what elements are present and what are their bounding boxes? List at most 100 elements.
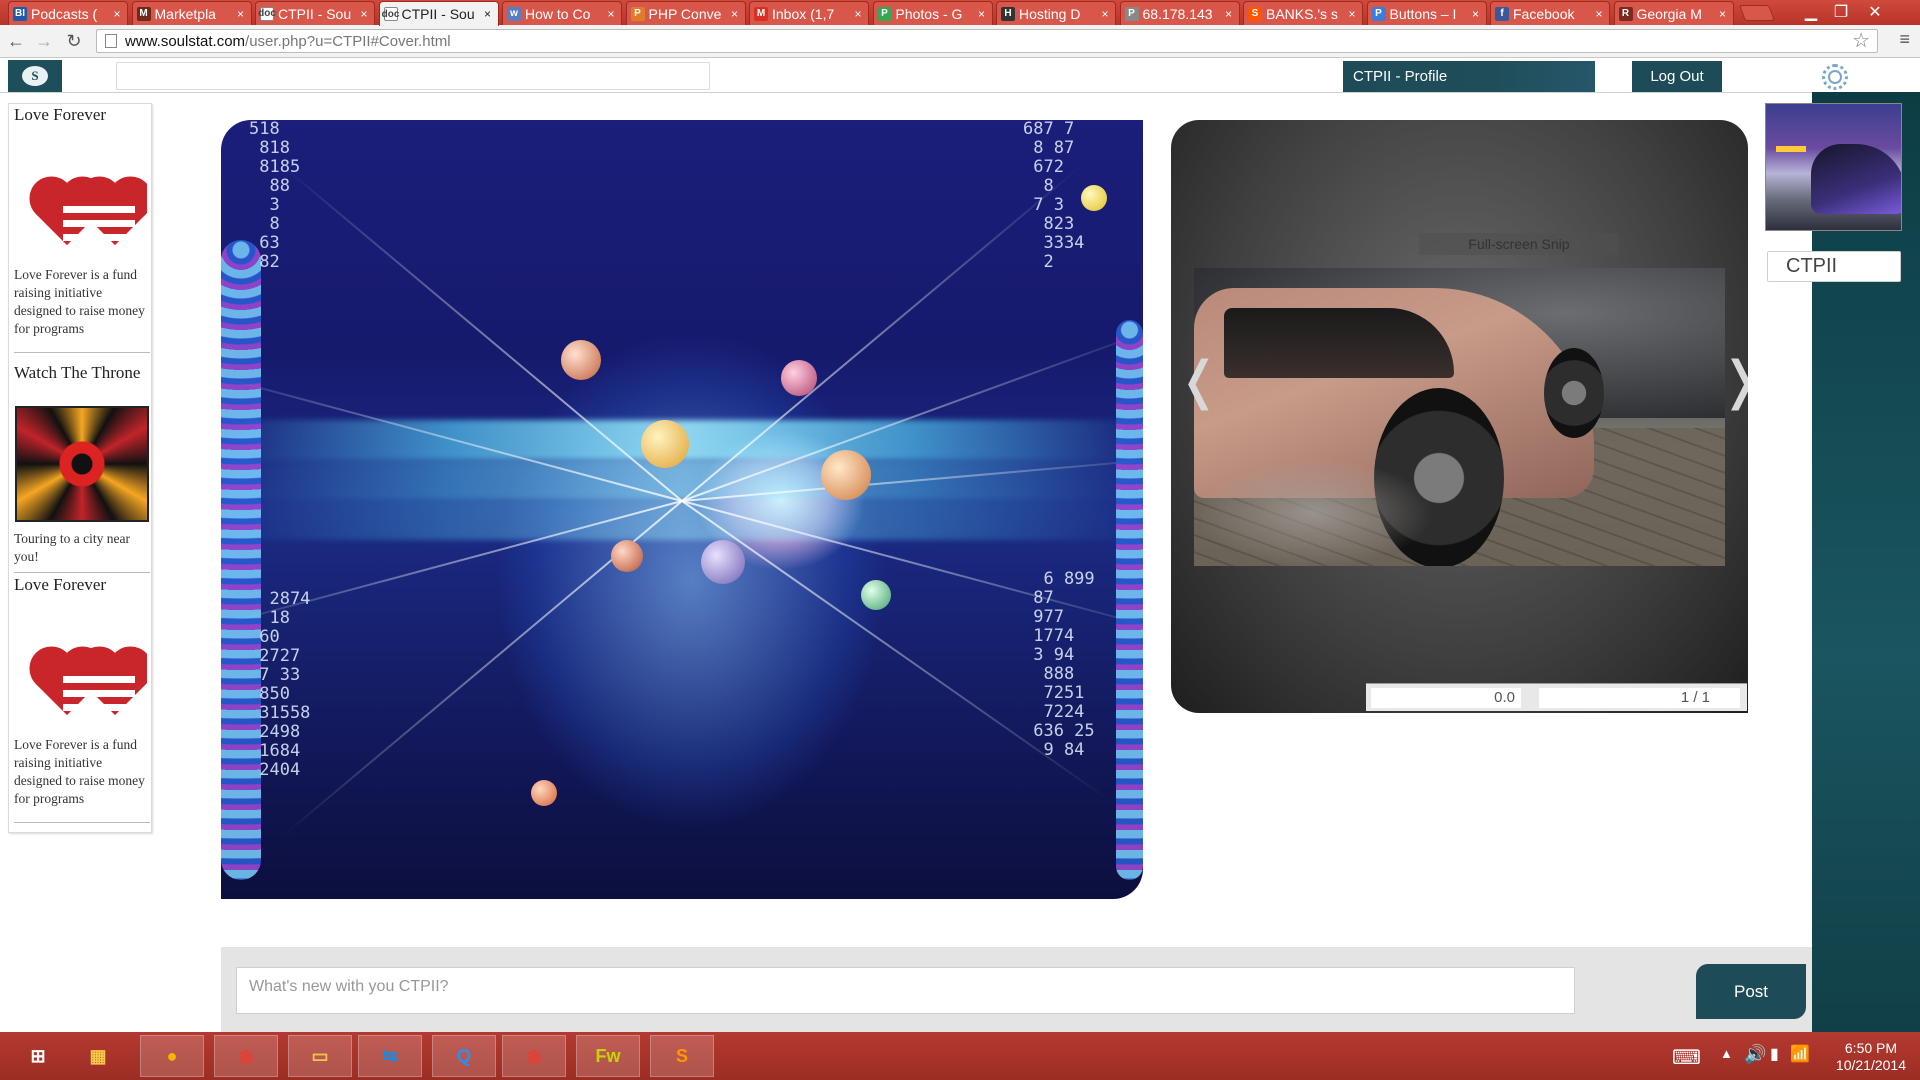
image-slider: Full-screen Snip ❬ ❭ bbox=[1171, 120, 1748, 713]
sidebar-divider bbox=[14, 822, 150, 823]
tab-favicon-icon: R bbox=[1618, 6, 1633, 21]
right-rail-background bbox=[1812, 92, 1920, 1032]
minimize-window-button[interactable]: ▁ bbox=[1796, 2, 1826, 22]
settings-gear-icon[interactable] bbox=[1812, 64, 1858, 90]
apps-icon: ▦ bbox=[89, 1045, 107, 1066]
forward-icon[interactable]: → bbox=[32, 30, 56, 52]
browser-tab[interactable]: P 68.178.143 × bbox=[1119, 1, 1240, 25]
taskbar-item[interactable]: Q bbox=[432, 1035, 496, 1077]
battery-icon[interactable]: ▮ bbox=[1770, 1044, 1779, 1064]
sidebar-item-desc: Love Forever is a fund raising initiativ… bbox=[14, 737, 145, 806]
system-tray: ⌨ ▲ 🔊 ▮ 📶 6:50 PM 10/21/2014 bbox=[1620, 1032, 1920, 1080]
tab-close-icon[interactable]: × bbox=[1593, 7, 1605, 21]
url-path: /user.php?u=CTPII#Cover.html bbox=[245, 32, 451, 50]
show-hidden-icons-icon[interactable]: ▲ bbox=[1720, 1046, 1733, 1061]
tab-favicon-icon: doc bbox=[381, 7, 400, 21]
slide-image[interactable] bbox=[1194, 268, 1725, 566]
browser-tab[interactable]: doc CTPII - Sou × bbox=[255, 1, 375, 25]
browser-tab[interactable]: M Inbox (1,7 × bbox=[749, 1, 869, 25]
browser-tab[interactable]: doc CTPII - Sou × bbox=[378, 1, 499, 26]
tab-close-icon[interactable]: × bbox=[111, 7, 123, 21]
close-window-button[interactable]: ✕ bbox=[1860, 2, 1890, 22]
tab-close-icon[interactable]: × bbox=[1223, 7, 1235, 21]
address-bar[interactable]: www.soulstat.com/user.php?u=CTPII#Cover.… bbox=[96, 29, 1878, 53]
keyboard-icon[interactable]: ⌨ bbox=[1672, 1045, 1701, 1070]
tab-close-icon[interactable]: × bbox=[235, 7, 247, 21]
profile-button[interactable]: CTPII - Profile bbox=[1343, 61, 1595, 92]
tab-title: Georgia M bbox=[1636, 5, 1702, 22]
maximize-window-button[interactable]: ❐ bbox=[1826, 2, 1856, 22]
tab-favicon-icon: f bbox=[1495, 6, 1509, 21]
tab-title: Buttons – I bbox=[1389, 5, 1457, 22]
clock-time: 6:50 PM bbox=[1844, 1040, 1898, 1056]
tab-favicon-icon: M bbox=[136, 6, 151, 21]
site-search-input[interactable] bbox=[116, 62, 710, 90]
tab-close-icon[interactable]: × bbox=[358, 7, 370, 21]
reload-icon[interactable]: ↻ bbox=[62, 30, 86, 52]
sidebar-ads: Love Forever Love Forever is a fund rais… bbox=[8, 103, 152, 833]
new-tab-button[interactable] bbox=[1739, 5, 1775, 21]
site-logo[interactable]: S bbox=[8, 60, 62, 92]
tab-title: Inbox (1,7 bbox=[772, 5, 835, 22]
slider-next-arrow-icon[interactable]: ❭ bbox=[1719, 355, 1748, 407]
tab-title: PHP Conve bbox=[648, 5, 722, 22]
volume-icon[interactable]: 🔊 bbox=[1744, 1044, 1766, 1065]
start-icon: ⊞ bbox=[30, 1045, 46, 1066]
tab-close-icon[interactable]: × bbox=[729, 7, 741, 21]
sublime-icon: S bbox=[675, 1045, 688, 1066]
tab-close-icon[interactable]: × bbox=[605, 7, 617, 21]
logout-button[interactable]: Log Out bbox=[1632, 61, 1722, 92]
tab-favicon-icon: P bbox=[630, 6, 645, 21]
browser-tab[interactable]: P PHP Conve × bbox=[625, 1, 746, 25]
full-screen-snip-label: Full-screen Snip bbox=[1419, 233, 1619, 255]
quicktime-icon: Q bbox=[456, 1045, 471, 1066]
profile-name[interactable]: CTPII bbox=[1767, 251, 1901, 282]
taskbar-item[interactable]: S bbox=[650, 1035, 714, 1077]
fireworks-icon: Fw bbox=[595, 1045, 621, 1066]
sidebar-item-love-forever-2[interactable]: Love Forever Love Forever is a fund rais… bbox=[9, 574, 153, 806]
browser-tab[interactable]: S BANKS.'s s × bbox=[1243, 1, 1363, 25]
browser-tab[interactable]: BI Podcasts (× bbox=[8, 1, 128, 25]
browser-tab[interactable]: P Photos - G × bbox=[872, 1, 993, 25]
browser-tab[interactable]: M Marketpla × bbox=[131, 1, 252, 25]
slide-rating-value: 0.0 bbox=[1371, 688, 1521, 708]
bookmark-star-icon[interactable]: ☆ bbox=[1852, 28, 1870, 53]
settings-ring bbox=[1822, 64, 1848, 90]
taskbar-item[interactable]: ◉ bbox=[502, 1035, 566, 1077]
tab-title: BANKS.'s s bbox=[1266, 5, 1338, 22]
taskbar-item[interactable]: ● bbox=[140, 1035, 204, 1077]
cover-image[interactable]: 518 818 8185 88 3 8 63 82 687 7 8 87 672… bbox=[221, 120, 1143, 899]
chrome-icon: ◉ bbox=[238, 1045, 254, 1066]
browser-menu-icon[interactable]: ≡ bbox=[1899, 29, 1910, 50]
taskbar-item[interactable]: Fw bbox=[576, 1035, 640, 1077]
back-icon[interactable]: ← bbox=[4, 30, 28, 52]
tab-close-icon[interactable]: × bbox=[1099, 7, 1111, 21]
taskbar-item[interactable]: ▭ bbox=[288, 1035, 352, 1077]
browser-tab[interactable]: w How to Co × bbox=[502, 1, 622, 25]
sidebar-item-watch-the-throne[interactable]: Watch The Throne Touring to a city near … bbox=[9, 362, 153, 564]
love-forever-hearts-image bbox=[15, 144, 147, 260]
tab-title: Hosting D bbox=[1019, 5, 1081, 22]
tab-favicon-icon: BI bbox=[13, 6, 27, 21]
slider-prev-arrow-icon[interactable]: ❬ bbox=[1177, 355, 1221, 407]
post-button[interactable]: Post bbox=[1696, 964, 1806, 1019]
browser-tab[interactable]: R Georgia M × bbox=[1613, 1, 1734, 25]
status-input[interactable]: What's new with you CTPII? bbox=[236, 967, 1575, 1014]
tab-close-icon[interactable]: × bbox=[1346, 7, 1358, 21]
browser-tab[interactable]: f Facebook × bbox=[1490, 1, 1610, 25]
browser-tab[interactable]: H Hosting D × bbox=[996, 1, 1116, 25]
tab-close-icon[interactable]: × bbox=[1717, 7, 1729, 21]
tab-close-icon[interactable]: × bbox=[482, 7, 494, 21]
tab-close-icon[interactable]: × bbox=[852, 7, 864, 21]
browser-tab[interactable]: P Buttons – I × bbox=[1366, 1, 1487, 25]
clock[interactable]: 6:50 PM 10/21/2014 bbox=[1836, 1040, 1906, 1074]
network-icon[interactable]: 📶 bbox=[1790, 1044, 1810, 1064]
taskbar-item[interactable]: ◉ bbox=[214, 1035, 278, 1077]
taskbar-item[interactable]: ▦ bbox=[66, 1035, 130, 1077]
taskbar-item[interactable]: ⊞ bbox=[6, 1035, 70, 1077]
sidebar-item-love-forever[interactable]: Love Forever Love Forever is a fund rais… bbox=[9, 104, 153, 336]
profile-avatar[interactable] bbox=[1765, 103, 1902, 231]
tab-close-icon[interactable]: × bbox=[1470, 7, 1482, 21]
taskbar-item[interactable]: ⇆ bbox=[358, 1035, 422, 1077]
tab-close-icon[interactable]: × bbox=[976, 7, 988, 21]
